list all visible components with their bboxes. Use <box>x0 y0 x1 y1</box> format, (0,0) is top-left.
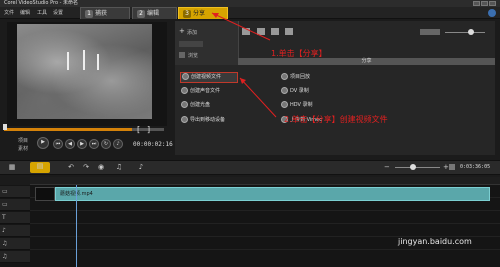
zoom-slider-handle[interactable] <box>410 164 416 170</box>
zoom-in-icon[interactable]: + <box>443 163 449 171</box>
video-clip[interactable]: 蘑菇视频.mp4 <box>55 187 490 201</box>
watermark: jingyan.baidu.com <box>398 237 472 246</box>
title-track[interactable] <box>30 212 500 224</box>
title-track-header[interactable]: T <box>0 212 30 224</box>
undo-icon[interactable]: ↶ <box>65 163 77 172</box>
annotation-step-2: 2.单击【分享】创建视频文件 <box>284 115 388 124</box>
arrow-line-2 <box>239 77 277 118</box>
timeline-ruler[interactable] <box>30 177 500 185</box>
annotation-step-1: 1.单击【分享】 <box>271 49 327 58</box>
auto-music-icon[interactable]: ♪ <box>135 163 147 172</box>
extra-track-header[interactable]: ♫ <box>0 251 30 263</box>
zoom-out-icon[interactable]: − <box>384 163 390 171</box>
clip-thumbnail[interactable] <box>35 187 55 201</box>
fit-project-icon[interactable] <box>449 164 455 170</box>
total-duration: 0:03:36:05 <box>460 164 491 170</box>
storyboard-view-icon[interactable]: ▦ <box>6 163 18 172</box>
arrow-line-1 <box>211 12 271 41</box>
record-icon[interactable]: ◉ <box>95 163 107 172</box>
voice-track-header[interactable]: ♪ <box>0 225 30 237</box>
timeline-view-button[interactable]: ▤ <box>30 162 50 173</box>
zoom-slider[interactable] <box>395 167 440 168</box>
redo-icon[interactable]: ↷ <box>80 163 92 172</box>
timeline-playhead[interactable] <box>76 185 77 267</box>
voice-track[interactable] <box>30 225 500 237</box>
music-track-header[interactable]: ♫ <box>0 238 30 250</box>
overlay-track-header[interactable]: ▭ <box>0 199 30 211</box>
video-track-header[interactable]: ▭ <box>0 186 30 198</box>
sound-mixer-icon[interactable]: ♫ <box>113 163 125 172</box>
